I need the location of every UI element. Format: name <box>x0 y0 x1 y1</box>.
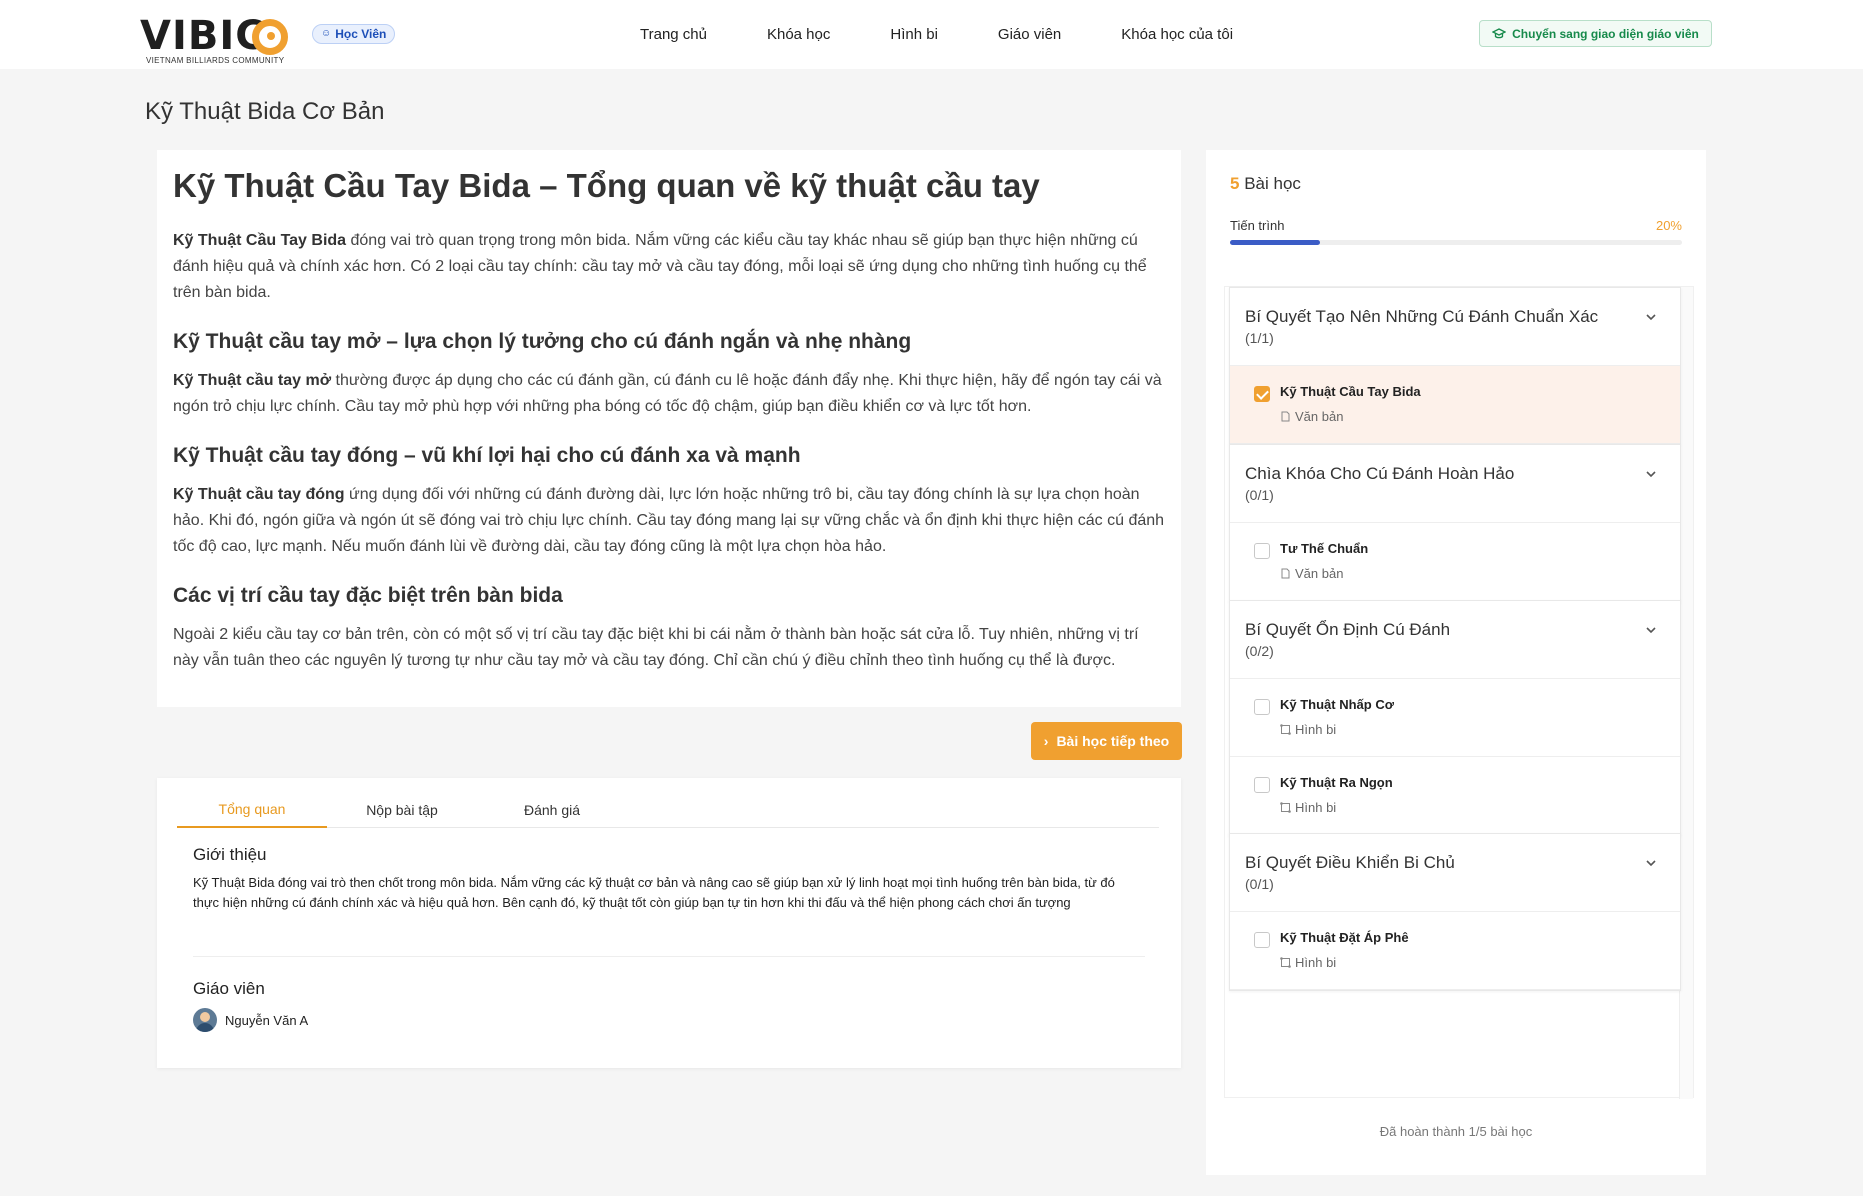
logo-tagline: VIETNAM BILLIARDS COMMUNITY <box>146 56 285 65</box>
article-heading: Kỹ Thuật cầu tay mở – lựa chọn lý tưởng … <box>173 330 912 353</box>
section-header[interactable]: Bí Quyết Điều Khiển Bi Chủ (0/1) <box>1230 834 1680 912</box>
progress-label: Tiến trình <box>1230 218 1285 233</box>
lesson-item[interactable]: Kỹ Thuật Nhấp Cơ Hình bi <box>1230 679 1680 757</box>
divider <box>193 956 1145 957</box>
section-name: Bí Quyết Ổn Định Cú Đánh <box>1245 620 1451 639</box>
role-badge: ☺ Học Viên <box>312 24 396 44</box>
role-badge-label: Học Viên <box>335 27 387 41</box>
tab-reviews[interactable]: Đánh giá <box>477 792 627 828</box>
lesson-item[interactable]: Kỹ Thuật Đặt Áp Phê Hình bi <box>1230 912 1680 990</box>
lesson-type: Hình bi <box>1280 722 1336 737</box>
teacher-name: Nguyễn Văn A <box>225 1012 309 1028</box>
lesson-name: Kỹ Thuật Đặt Áp Phê <box>1280 930 1409 945</box>
lesson-checkbox[interactable] <box>1254 699 1270 715</box>
chevron-down-icon <box>1646 860 1656 867</box>
lesson-type: Hình bi <box>1280 955 1336 970</box>
section-header[interactable]: Bí Quyết Tạo Nên Những Cú Đánh Chuẩn Xác… <box>1230 288 1680 366</box>
lesson-name: Tư Thế Chuẩn <box>1280 541 1369 556</box>
article-paragraph: Kỹ Thuật cầu tay đóng ứng dụng đối với n… <box>173 486 1165 555</box>
section-header[interactable]: Chìa Khóa Cho Cú Đánh Hoàn Hảo (0/1) <box>1230 445 1680 523</box>
main-nav: Trang chủ Khóa học Hình bi Giáo viên Khó… <box>640 0 1293 69</box>
logo-ball-icon <box>252 19 288 55</box>
chevron-down-icon <box>1646 627 1656 634</box>
user-icon: ☺ <box>321 28 332 39</box>
switch-label: Chuyển sang giao diện giáo viên <box>1512 26 1699 41</box>
section-4: Bí Quyết Điều Khiển Bi Chủ (0/1) Kỹ Thuậ… <box>1229 833 1681 991</box>
lesson-count: 5 Bài học <box>1230 174 1301 193</box>
article-paragraph: Kỹ Thuật Cầu Tay Bida đóng vai trò quan … <box>173 232 1147 301</box>
tab-overview[interactable]: Tổng quan <box>177 792 327 828</box>
lesson-checkbox[interactable] <box>1254 386 1270 402</box>
lesson-name: Kỹ Thuật Cầu Tay Bida <box>1280 384 1421 399</box>
chevron-down-icon <box>1646 314 1656 321</box>
lesson-article: Kỹ Thuật Cầu Tay Bida – Tổng quan về kỹ … <box>157 150 1181 707</box>
lesson-item[interactable]: Tư Thế Chuẩn Văn bản <box>1230 523 1680 601</box>
section-name: Bí Quyết Điều Khiển Bi Chủ <box>1245 853 1455 872</box>
lesson-name: Kỹ Thuật Nhấp Cơ <box>1280 697 1394 712</box>
lesson-name: Kỹ Thuật Ra Ngọn <box>1280 775 1393 790</box>
nav-home[interactable]: Trang chủ <box>640 26 707 43</box>
section-name: Bí Quyết Tạo Nên Những Cú Đánh Chuẩn Xác <box>1245 307 1599 326</box>
lesson-tabs-card: Tổng quan Nộp bài tập Đánh giá Giới thiệ… <box>157 778 1181 1068</box>
section-count: (0/2) <box>1245 643 1274 659</box>
course-title: Kỹ Thuật Bida Cơ Bản <box>145 98 385 125</box>
progress-bar <box>1230 240 1682 245</box>
tab-submit-assignment[interactable]: Nộp bài tập <box>327 792 477 828</box>
ball-pattern-icon <box>1280 957 1291 968</box>
lesson-type: Văn bản <box>1280 409 1343 424</box>
lesson-item[interactable]: Kỹ Thuật Ra Ngọn Hình bi <box>1230 757 1680 835</box>
ball-pattern-icon <box>1280 724 1291 735</box>
chevron-right-icon: › <box>1043 733 1049 749</box>
article-title: Kỹ Thuật Cầu Tay Bida – Tổng quan về kỹ … <box>173 167 1040 204</box>
nav-courses[interactable]: Khóa học <box>767 26 830 43</box>
article-heading: Kỹ Thuật cầu tay đóng – vũ khí lợi hại c… <box>173 444 801 467</box>
next-lesson-label: Bài học tiếp theo <box>1056 733 1170 749</box>
avatar <box>193 1008 217 1032</box>
article-heading: Các vị trí cầu tay đặc biệt trên bàn bid… <box>173 584 563 607</box>
section-name: Chìa Khóa Cho Cú Đánh Hoàn Hảo <box>1245 464 1515 483</box>
lesson-sidebar: 5 Bài học Tiến trình 20% Bí Quyết Tạo Nê… <box>1206 150 1706 1175</box>
vibico-logo[interactable]: VIBIC VIETNAM BILLIARDS COMMUNITY <box>140 14 290 66</box>
section-1: Bí Quyết Tạo Nên Những Cú Đánh Chuẩn Xác… <box>1229 287 1681 445</box>
section-2: Chìa Khóa Cho Cú Đánh Hoàn Hảo (0/1) Tư … <box>1229 444 1681 602</box>
lesson-type: Hình bi <box>1280 800 1336 815</box>
lesson-item[interactable]: Kỹ Thuật Cầu Tay Bida Văn bản <box>1230 366 1680 444</box>
progress-percent: 20% <box>1655 218 1682 233</box>
scrollbar[interactable] <box>1679 287 1693 1099</box>
nav-teachers[interactable]: Giáo viên <box>998 26 1061 43</box>
nav-my-courses[interactable]: Khóa học của tôi <box>1121 26 1233 43</box>
switch-to-teacher-button[interactable]: Chuyển sang giao diện giáo viên <box>1479 20 1712 47</box>
intro-text: Kỹ Thuật Bida đóng vai trò then chốt tro… <box>193 875 1115 910</box>
intro-title: Giới thiệu <box>193 845 267 864</box>
section-count: (1/1) <box>1245 330 1274 346</box>
section-3: Bí Quyết Ổn Định Cú Đánh (0/2) Kỹ Thuật … <box>1229 600 1681 836</box>
graduation-cap-icon <box>1492 27 1507 38</box>
teacher-title: Giáo viên <box>193 979 265 998</box>
document-icon <box>1281 411 1290 422</box>
chevron-down-icon <box>1646 471 1656 478</box>
tab-bar: Tổng quan Nộp bài tập Đánh giá <box>177 792 1159 828</box>
teacher-info[interactable]: Nguyễn Văn A <box>193 1008 308 1032</box>
section-header[interactable]: Bí Quyết Ổn Định Cú Đánh (0/2) <box>1230 601 1680 679</box>
section-count: (0/1) <box>1245 487 1274 503</box>
logo-wordmark: VIBIC <box>140 13 266 59</box>
lesson-checkbox[interactable] <box>1254 932 1270 948</box>
progress-bar-fill <box>1230 240 1321 245</box>
completion-summary: Đã hoàn thành 1/5 bài học <box>1379 1124 1533 1139</box>
nav-ball-patterns[interactable]: Hình bi <box>890 26 938 43</box>
ball-pattern-icon <box>1280 802 1291 813</box>
article-paragraph: Ngoài 2 kiểu cầu tay cơ bản trên, còn có… <box>173 626 1139 669</box>
lesson-checkbox[interactable] <box>1254 543 1270 559</box>
top-header: VIBIC VIETNAM BILLIARDS COMMUNITY ☺ Học … <box>0 0 1863 69</box>
lesson-type: Văn bản <box>1280 566 1343 581</box>
next-lesson-button[interactable]: › Bài học tiếp theo <box>1031 722 1182 760</box>
section-count: (0/1) <box>1245 876 1274 892</box>
lesson-list: Bí Quyết Tạo Nên Những Cú Đánh Chuẩn Xác… <box>1224 286 1694 1099</box>
article-paragraph: Kỹ Thuật cầu tay mở thường được áp dụng … <box>173 372 1162 415</box>
lesson-checkbox[interactable] <box>1254 777 1270 793</box>
document-icon <box>1281 568 1290 579</box>
